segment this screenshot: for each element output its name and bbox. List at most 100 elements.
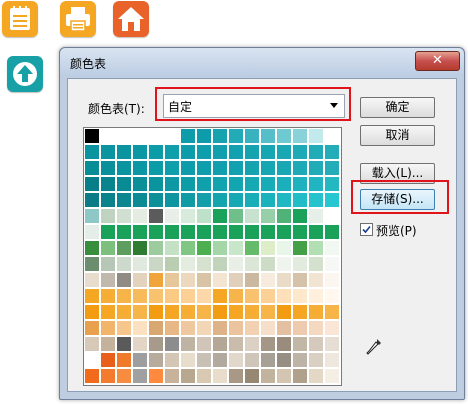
color-swatch[interactable] xyxy=(309,225,323,239)
color-swatch[interactable] xyxy=(165,321,179,335)
color-swatch[interactable] xyxy=(293,145,307,159)
color-swatch[interactable] xyxy=(197,257,211,271)
color-swatch[interactable] xyxy=(261,353,275,367)
color-swatch[interactable] xyxy=(165,177,179,191)
color-swatch[interactable] xyxy=(325,177,339,191)
color-swatch[interactable] xyxy=(85,161,99,175)
ok-button[interactable]: 确定 xyxy=(360,97,435,118)
color-swatch[interactable] xyxy=(277,273,291,287)
color-swatch[interactable] xyxy=(309,353,323,367)
color-swatch[interactable] xyxy=(85,353,99,367)
color-swatch[interactable] xyxy=(117,193,131,207)
color-swatch[interactable] xyxy=(309,337,323,351)
color-swatch[interactable] xyxy=(229,289,243,303)
color-swatch[interactable] xyxy=(117,129,131,143)
color-swatch[interactable] xyxy=(229,369,243,383)
color-swatch[interactable] xyxy=(293,321,307,335)
color-swatch[interactable] xyxy=(197,369,211,383)
color-swatch[interactable] xyxy=(181,369,195,383)
color-swatch[interactable] xyxy=(293,273,307,287)
color-swatch[interactable] xyxy=(309,241,323,255)
color-swatch[interactable] xyxy=(293,225,307,239)
color-swatch[interactable] xyxy=(197,337,211,351)
color-swatch[interactable] xyxy=(181,273,195,287)
color-swatch[interactable] xyxy=(117,289,131,303)
color-swatch[interactable] xyxy=(245,289,259,303)
color-swatch[interactable] xyxy=(133,193,147,207)
color-swatch[interactable] xyxy=(213,353,227,367)
color-swatch[interactable] xyxy=(277,305,291,319)
color-swatch[interactable] xyxy=(197,161,211,175)
color-swatch[interactable] xyxy=(101,353,115,367)
color-swatch[interactable] xyxy=(261,177,275,191)
color-swatch[interactable] xyxy=(101,321,115,335)
color-swatch[interactable] xyxy=(229,241,243,255)
color-swatch[interactable] xyxy=(293,289,307,303)
color-swatch[interactable] xyxy=(85,241,99,255)
color-swatch[interactable] xyxy=(101,177,115,191)
color-swatch[interactable] xyxy=(181,161,195,175)
color-swatch[interactable] xyxy=(101,305,115,319)
cancel-button[interactable]: 取消 xyxy=(360,125,435,146)
color-swatch[interactable] xyxy=(165,353,179,367)
color-swatch[interactable] xyxy=(213,257,227,271)
color-swatch[interactable] xyxy=(181,209,195,223)
color-swatch[interactable] xyxy=(133,305,147,319)
color-swatch[interactable] xyxy=(101,161,115,175)
color-swatch[interactable] xyxy=(181,129,195,143)
color-swatch[interactable] xyxy=(277,289,291,303)
color-swatch[interactable] xyxy=(277,241,291,255)
color-swatch[interactable] xyxy=(245,305,259,319)
color-swatch[interactable] xyxy=(181,193,195,207)
color-swatch[interactable] xyxy=(165,145,179,159)
color-swatch[interactable] xyxy=(325,129,339,143)
color-swatch[interactable] xyxy=(117,273,131,287)
color-swatch[interactable] xyxy=(117,305,131,319)
color-swatch[interactable] xyxy=(133,369,147,383)
color-swatch[interactable] xyxy=(101,257,115,271)
color-swatch[interactable] xyxy=(309,145,323,159)
color-swatch[interactable] xyxy=(165,337,179,351)
color-swatch[interactable] xyxy=(245,225,259,239)
color-swatch[interactable] xyxy=(181,289,195,303)
color-swatch[interactable] xyxy=(197,273,211,287)
color-swatch[interactable] xyxy=(181,321,195,335)
color-swatch[interactable] xyxy=(85,193,99,207)
color-swatch[interactable] xyxy=(165,273,179,287)
color-swatch[interactable] xyxy=(197,225,211,239)
color-swatch[interactable] xyxy=(197,145,211,159)
color-swatch[interactable] xyxy=(325,289,339,303)
color-swatch[interactable] xyxy=(133,321,147,335)
color-swatch[interactable] xyxy=(261,369,275,383)
color-swatch[interactable] xyxy=(309,161,323,175)
color-swatch[interactable] xyxy=(213,129,227,143)
color-swatch[interactable] xyxy=(181,225,195,239)
color-swatch[interactable] xyxy=(293,209,307,223)
color-swatch[interactable] xyxy=(149,305,163,319)
color-swatch[interactable] xyxy=(117,241,131,255)
color-swatch[interactable] xyxy=(213,337,227,351)
color-swatch[interactable] xyxy=(245,257,259,271)
color-swatch[interactable] xyxy=(325,257,339,271)
color-swatch[interactable] xyxy=(245,177,259,191)
color-swatch[interactable] xyxy=(293,353,307,367)
color-swatch[interactable] xyxy=(293,257,307,271)
color-swatch[interactable] xyxy=(101,289,115,303)
color-swatch[interactable] xyxy=(277,145,291,159)
color-swatch[interactable] xyxy=(229,225,243,239)
color-swatch[interactable] xyxy=(101,273,115,287)
color-swatch[interactable] xyxy=(213,193,227,207)
color-swatch[interactable] xyxy=(197,289,211,303)
color-swatch[interactable] xyxy=(133,225,147,239)
color-swatch[interactable] xyxy=(325,321,339,335)
notes-icon[interactable] xyxy=(2,1,38,37)
color-swatch[interactable] xyxy=(261,321,275,335)
color-swatch[interactable] xyxy=(149,289,163,303)
color-swatch[interactable] xyxy=(197,193,211,207)
color-swatch[interactable] xyxy=(101,337,115,351)
color-swatch[interactable] xyxy=(181,305,195,319)
color-swatch[interactable] xyxy=(101,225,115,239)
color-swatch[interactable] xyxy=(165,129,179,143)
color-swatch[interactable] xyxy=(85,145,99,159)
color-swatch[interactable] xyxy=(309,209,323,223)
